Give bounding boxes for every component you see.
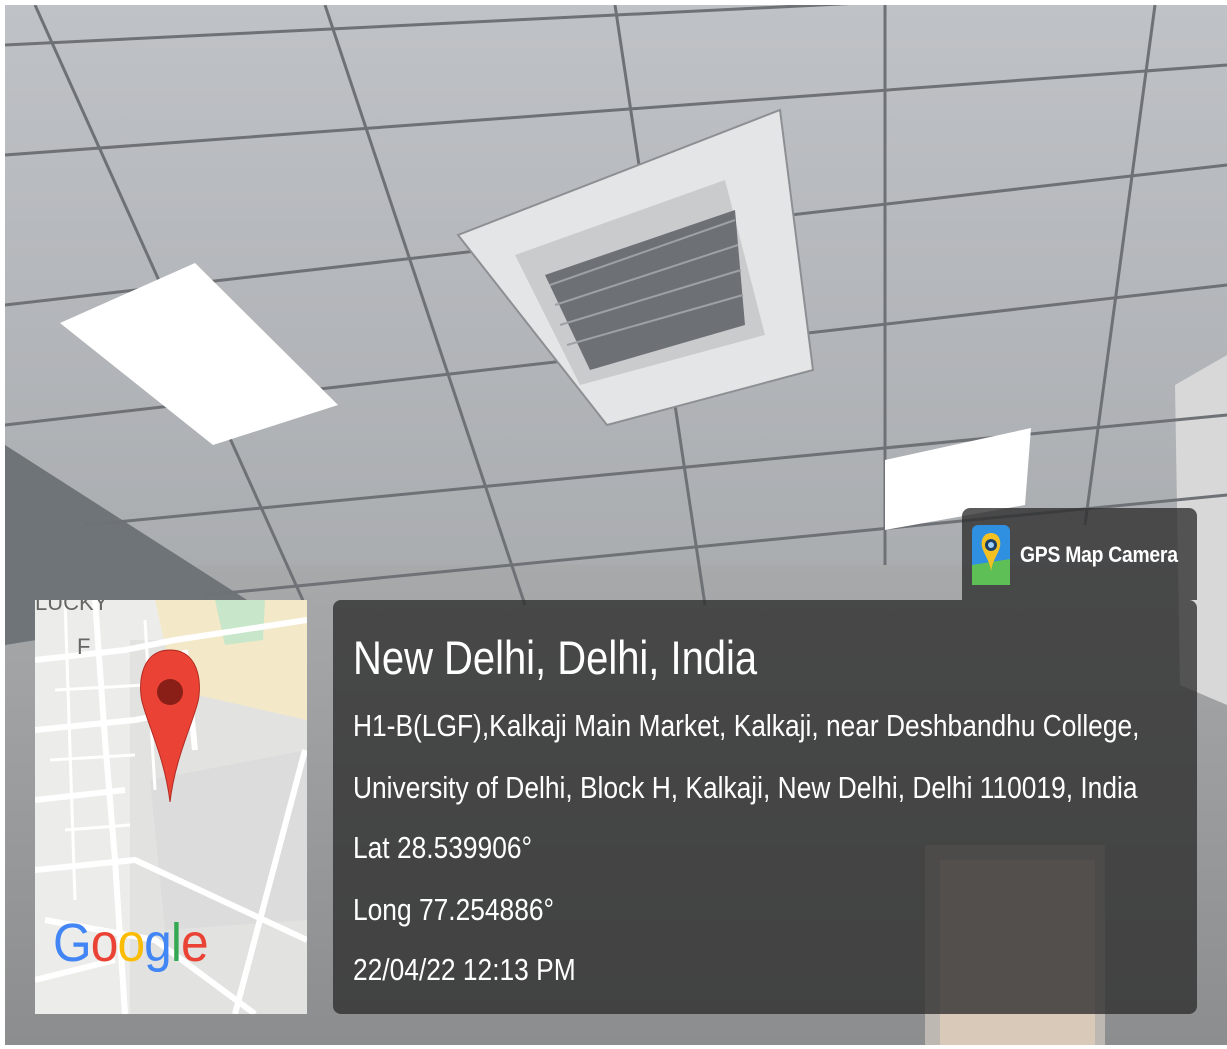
gps-map-camera-badge: GPS Map Camera: [962, 508, 1197, 600]
location-title: New Delhi, Delhi, India: [353, 631, 758, 684]
datetime-text: 22/04/22 12:13 PM: [353, 952, 576, 987]
google-letter-g2: g: [144, 913, 172, 973]
badge-label: GPS Map Camera: [1020, 542, 1178, 567]
location-map: LUCKY F Google: [35, 600, 307, 1014]
google-letter-o2: o: [117, 913, 145, 973]
google-letter-g: G: [53, 913, 92, 973]
gps-map-camera-app-icon: [972, 525, 1010, 585]
latitude-text: Lat 28.539906°: [353, 830, 533, 865]
address-line-1: H1-B(LGF),Kalkaji Main Market, Kalkaji, …: [353, 708, 1140, 743]
google-letter-l: l: [170, 913, 182, 973]
address-line-2: University of Delhi, Block H, Kalkaji, N…: [353, 770, 1138, 805]
location-info-panel: New Delhi, Delhi, India H1-B(LGF),Kalkaj…: [333, 600, 1197, 1014]
google-logo: Google: [53, 912, 209, 974]
google-letter-e: e: [181, 913, 209, 973]
google-letter-o1: o: [90, 913, 119, 973]
longitude-text: Long 77.254886°: [353, 892, 555, 927]
